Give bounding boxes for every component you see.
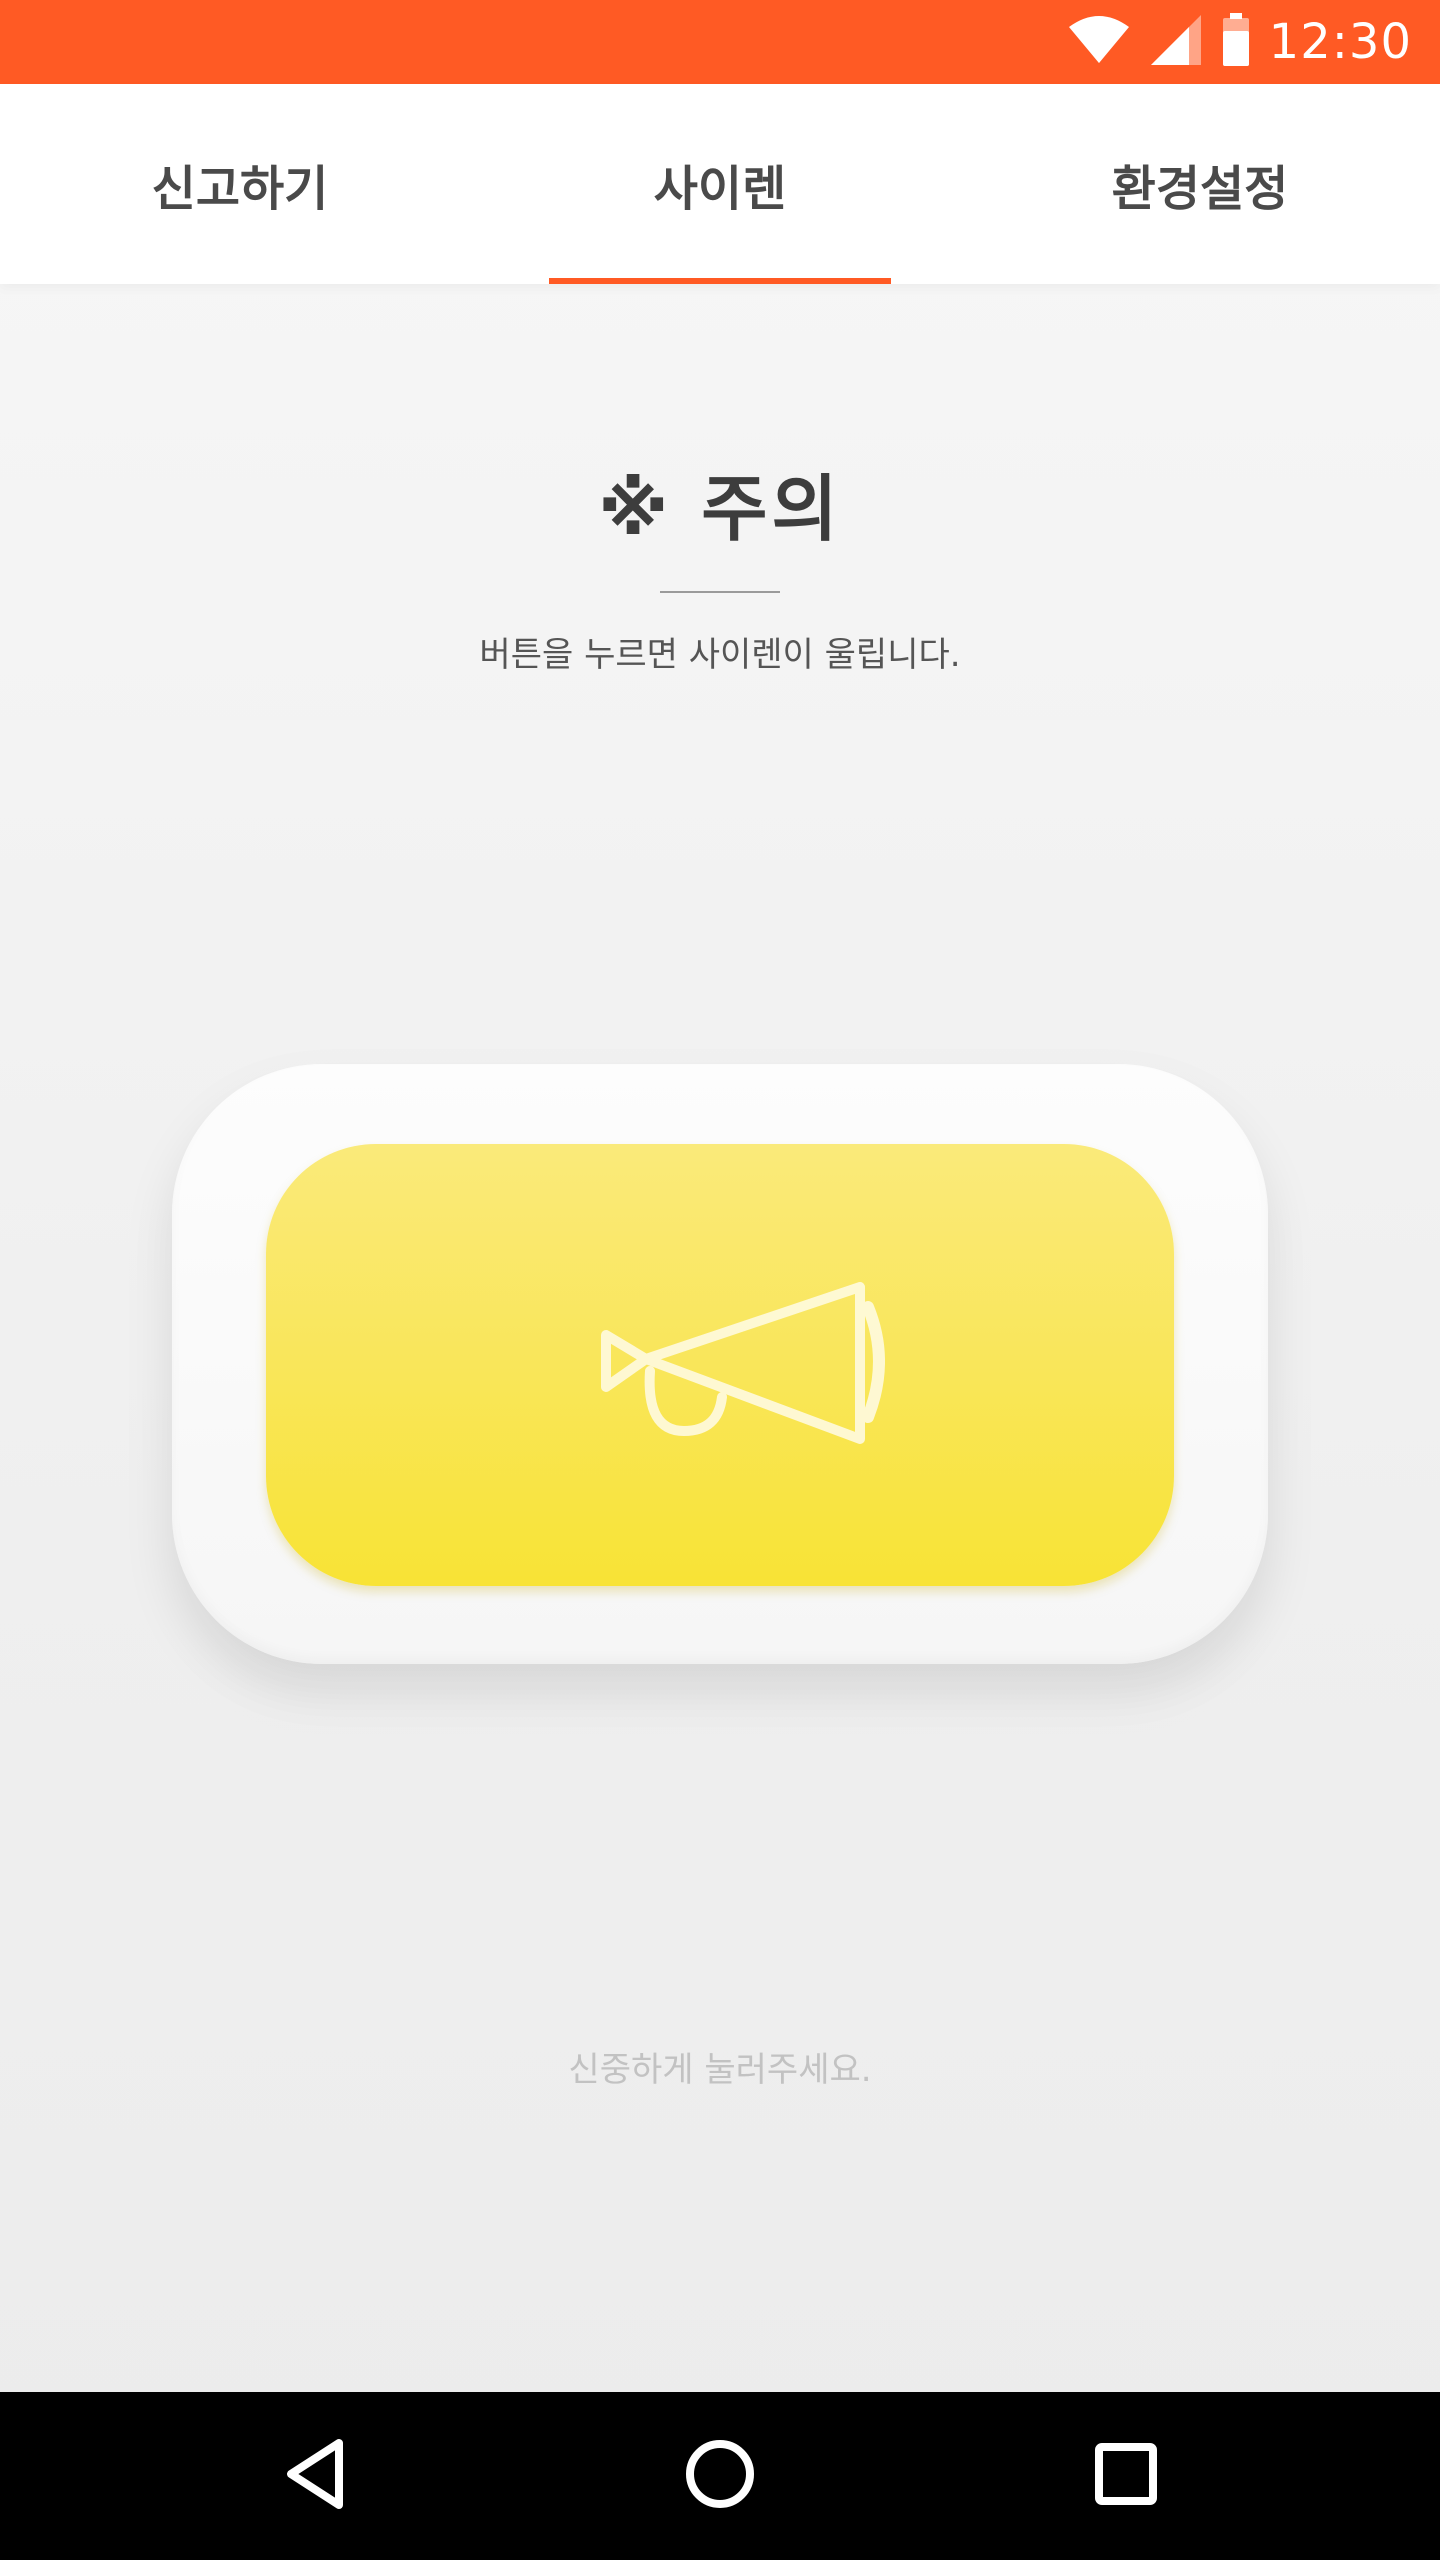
back-icon [281, 2437, 351, 2515]
status-icons: 12:30 [1067, 0, 1412, 84]
megaphone-icon [550, 1263, 890, 1467]
notice-divider [660, 591, 780, 593]
tab-settings-label: 환경설정 [1111, 161, 1289, 217]
tab-bar: 신고하기 사이렌 환경설정 [0, 84, 1440, 284]
wifi-icon [1067, 15, 1131, 69]
siren-screen: 12:30 신고하기 사이렌 환경설정 ※ 주의 버튼을 누르면 사이렌이 울립… [0, 0, 1440, 2560]
navigation-bar [0, 2392, 1440, 2560]
status-time: 12:30 [1268, 14, 1412, 70]
home-button[interactable] [636, 2392, 804, 2560]
notice-title: ※ 주의 [598, 467, 842, 551]
tab-report[interactable]: 신고하기 [0, 84, 480, 284]
notice-section: ※ 주의 버튼을 누르면 사이렌이 울립니다. [0, 450, 1440, 676]
tab-settings[interactable]: 환경설정 [960, 84, 1440, 284]
home-icon [684, 2438, 756, 2514]
notice-description: 버튼을 누르면 사이렌이 울립니다. [479, 635, 961, 675]
back-button[interactable] [232, 2392, 400, 2560]
status-bar: 12:30 [0, 0, 1440, 84]
siren-button[interactable] [266, 1144, 1174, 1586]
battery-icon [1221, 13, 1251, 71]
tab-report-label: 신고하기 [151, 161, 329, 217]
tab-siren[interactable]: 사이렌 [480, 84, 960, 284]
signal-icon [1149, 13, 1203, 71]
caution-text: 신중하게 눌러주세요. [568, 2050, 872, 2090]
tab-siren-label: 사이렌 [653, 161, 787, 217]
recents-icon [1093, 2441, 1159, 2511]
siren-button-frame [172, 1064, 1268, 1664]
recents-button[interactable] [1042, 2392, 1210, 2560]
tab-active-indicator [549, 278, 891, 284]
